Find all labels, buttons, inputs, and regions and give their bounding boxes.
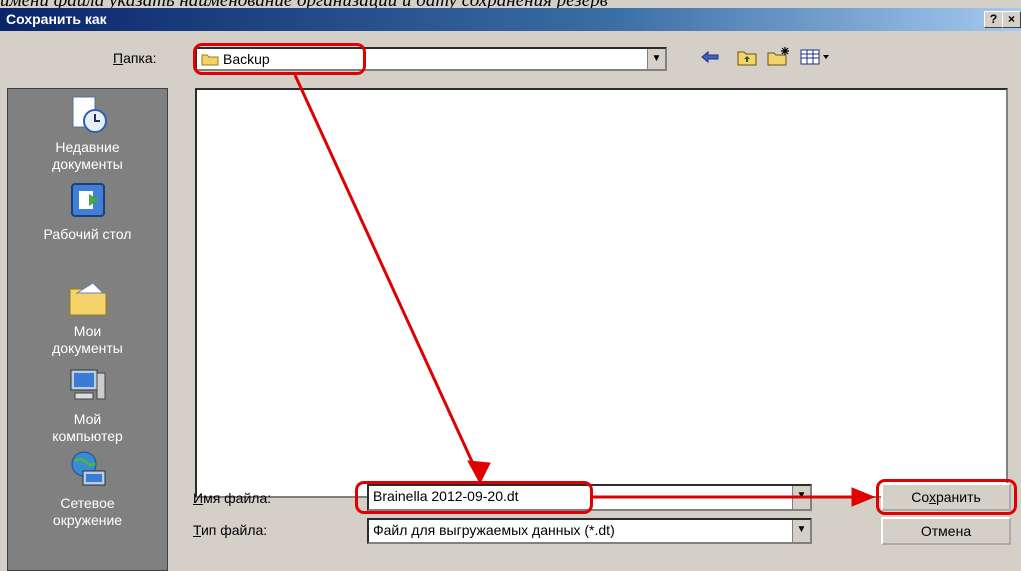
save-as-dialog: Папка: Backup ▼ Недавние документы Рабоч… <box>0 31 1021 571</box>
place-label: Недавние документы <box>52 139 123 172</box>
filetype-dropdown-arrow[interactable]: ▼ <box>792 520 810 542</box>
filetype-label: Тип файла: <box>193 522 268 538</box>
close-button[interactable]: × <box>1002 11 1021 28</box>
place-my-computer[interactable]: Мой компьютер <box>8 365 167 445</box>
save-button[interactable]: Сохранить <box>881 483 1011 511</box>
file-list[interactable] <box>195 88 1008 498</box>
view-menu-icon[interactable] <box>800 48 832 71</box>
folder-value: Backup <box>223 51 270 67</box>
window-title: Сохранить как <box>6 11 107 27</box>
my-documents-icon <box>69 282 106 316</box>
my-computer-icon <box>70 369 105 400</box>
recent-documents-icon <box>72 96 107 133</box>
network-icon <box>71 451 105 486</box>
filename-label: Имя файла: <box>193 490 272 506</box>
filename-dropdown-arrow[interactable]: ▼ <box>792 486 810 509</box>
place-label: Мой компьютер <box>52 411 123 444</box>
place-label: Сетевое окружение <box>52 495 123 528</box>
folder-icon <box>201 52 219 71</box>
place-label: Рабочий стол <box>43 226 132 242</box>
place-my-documents[interactable]: Мои документы <box>8 277 167 357</box>
place-label: Мои документы <box>52 323 123 356</box>
help-button[interactable]: ? <box>984 11 1003 28</box>
up-folder-icon[interactable] <box>737 48 757 71</box>
folder-dropdown-arrow[interactable]: ▼ <box>647 49 665 69</box>
cancel-button[interactable]: Отмена <box>881 517 1011 545</box>
place-desktop[interactable]: Рабочий стол <box>8 180 167 243</box>
back-arrow-icon[interactable] <box>700 49 720 70</box>
folder-label: Папка: <box>113 50 157 66</box>
title-bar: Сохранить как ? × <box>0 8 1021 31</box>
place-recent-documents[interactable]: Недавние документы <box>8 93 167 173</box>
new-folder-icon[interactable] <box>767 46 791 71</box>
filename-input[interactable]: Brainella 2012-09-20.dt ▼ <box>367 484 812 511</box>
desktop-icon <box>70 183 105 217</box>
folder-combobox[interactable]: Backup ▼ <box>195 47 667 71</box>
instruction-caption: имени файла указать наименование организ… <box>0 0 1021 8</box>
filetype-select[interactable]: Файл для выгружаемых данных (*.dt) ▼ <box>367 518 812 544</box>
places-bar: Недавние документы Рабочий стол Мои докуме… <box>7 88 168 571</box>
place-network[interactable]: Сетевое окружение <box>8 449 167 529</box>
